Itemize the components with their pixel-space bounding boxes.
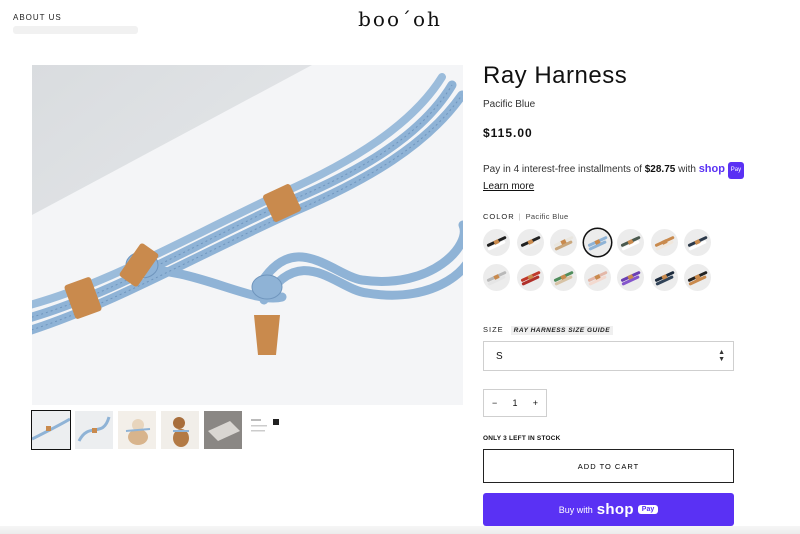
thumbnail-5[interactable] — [204, 411, 242, 449]
shop-pay-logo-text: shop — [698, 163, 725, 175]
quantity-value[interactable]: 1 — [512, 398, 517, 408]
color-swatch-4[interactable] — [583, 229, 611, 256]
pay-badge: Pay — [637, 505, 659, 514]
installments-with: with — [675, 164, 699, 175]
size-select[interactable]: S ▲ ▼ — [483, 341, 734, 371]
installments-amount: $28.75 — [644, 164, 676, 175]
color-swatch-14[interactable] — [684, 264, 711, 291]
size-select-value: S — [496, 351, 503, 362]
color-swatch-9[interactable] — [516, 264, 544, 291]
color-swatch-3[interactable] — [550, 229, 577, 256]
color-swatch-13[interactable] — [650, 264, 678, 291]
quantity-stepper: − 1 + — [483, 389, 547, 417]
color-swatch-1[interactable] — [483, 229, 510, 256]
thumbnail-4[interactable] — [161, 411, 199, 449]
installments-prefix: Pay in 4 interest-free installments of — [483, 164, 645, 175]
thumbnail-1[interactable] — [31, 410, 71, 450]
color-swatch-6[interactable] — [650, 229, 678, 256]
color-label-row: COLOR | Pacific Blue — [483, 212, 569, 221]
color-swatch-7[interactable] — [684, 229, 711, 256]
product-main-image[interactable] — [32, 65, 463, 405]
buy-with-shop-pay-button[interactable]: Buy with shop Pay — [483, 493, 734, 526]
color-value: Pacific Blue — [525, 212, 569, 221]
product-price: $115.00 — [483, 126, 533, 140]
thumbnail-2[interactable] — [75, 411, 113, 449]
color-swatch-2[interactable] — [516, 229, 544, 256]
color-swatch-11[interactable] — [583, 264, 611, 291]
add-to-cart-button[interactable]: ADD TO CART — [483, 449, 734, 483]
color-swatch-10[interactable] — [550, 264, 577, 291]
color-swatch-8[interactable] — [483, 264, 510, 291]
quantity-decrease-button[interactable]: − — [492, 398, 497, 408]
color-swatch-5[interactable] — [617, 229, 644, 256]
shop-pay-badge: Pay — [727, 162, 745, 179]
stock-notice: ONLY 3 LEFT IN STOCK — [483, 435, 561, 442]
product-title: Ray Harness — [483, 62, 628, 89]
size-label-row: SIZE RAY HARNESS SIZE GUIDE — [483, 325, 614, 335]
buy-with-label: Buy with — [558, 504, 593, 515]
product-variant-name: Pacific Blue — [483, 99, 536, 110]
brand-logo[interactable]: boo´oh — [0, 7, 800, 31]
color-label: COLOR — [483, 212, 515, 221]
size-label: SIZE — [483, 325, 504, 334]
quantity-increase-button[interactable]: + — [533, 398, 538, 408]
thumbnail-6[interactable] — [247, 411, 285, 449]
thumbnail-3[interactable] — [118, 411, 156, 449]
installments-message: Pay in 4 interest-free installments of $… — [483, 162, 763, 194]
learn-more-link[interactable]: Learn more — [483, 181, 534, 192]
color-swatch-12[interactable] — [617, 264, 644, 291]
size-guide-link[interactable]: RAY HARNESS SIZE GUIDE — [510, 326, 614, 335]
shop-logo-text: shop — [596, 501, 634, 518]
select-chevrons-icon: ▲ ▼ — [718, 349, 725, 363]
thumbnail-strip — [31, 410, 285, 450]
color-swatch-grid — [483, 229, 723, 291]
page-bottom-edge — [0, 526, 800, 534]
